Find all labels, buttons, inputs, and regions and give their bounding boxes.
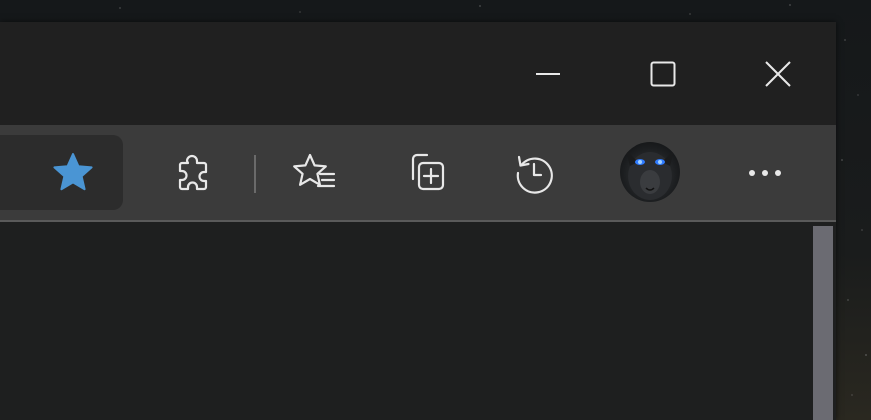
extensions-button[interactable]	[163, 143, 223, 203]
add-to-favorites-button[interactable]	[43, 143, 103, 203]
minimize-button[interactable]	[490, 22, 605, 125]
history-button[interactable]	[505, 143, 565, 203]
close-icon	[764, 60, 791, 87]
page-content	[0, 222, 836, 420]
collections-button[interactable]	[395, 143, 455, 203]
puzzle-piece-icon	[178, 154, 208, 191]
title-bar	[0, 22, 836, 125]
history-icon	[516, 155, 553, 194]
settings-and-more-button[interactable]	[735, 143, 795, 203]
filled-star-icon	[53, 153, 93, 191]
collections-icon	[411, 153, 445, 191]
minimize-icon	[535, 72, 560, 75]
favorites-button[interactable]	[285, 143, 345, 203]
browser-window	[0, 22, 836, 420]
star-list-icon	[293, 153, 336, 188]
ellipsis-icon	[749, 170, 781, 176]
browser-toolbar	[0, 125, 836, 222]
profile-avatar	[626, 150, 674, 200]
vertical-scrollbar[interactable]	[813, 226, 833, 420]
close-button[interactable]	[720, 22, 835, 125]
maximize-icon	[650, 61, 675, 86]
toolbar-separator	[254, 155, 256, 193]
profile-button[interactable]	[620, 142, 680, 202]
maximize-button[interactable]	[605, 22, 720, 125]
